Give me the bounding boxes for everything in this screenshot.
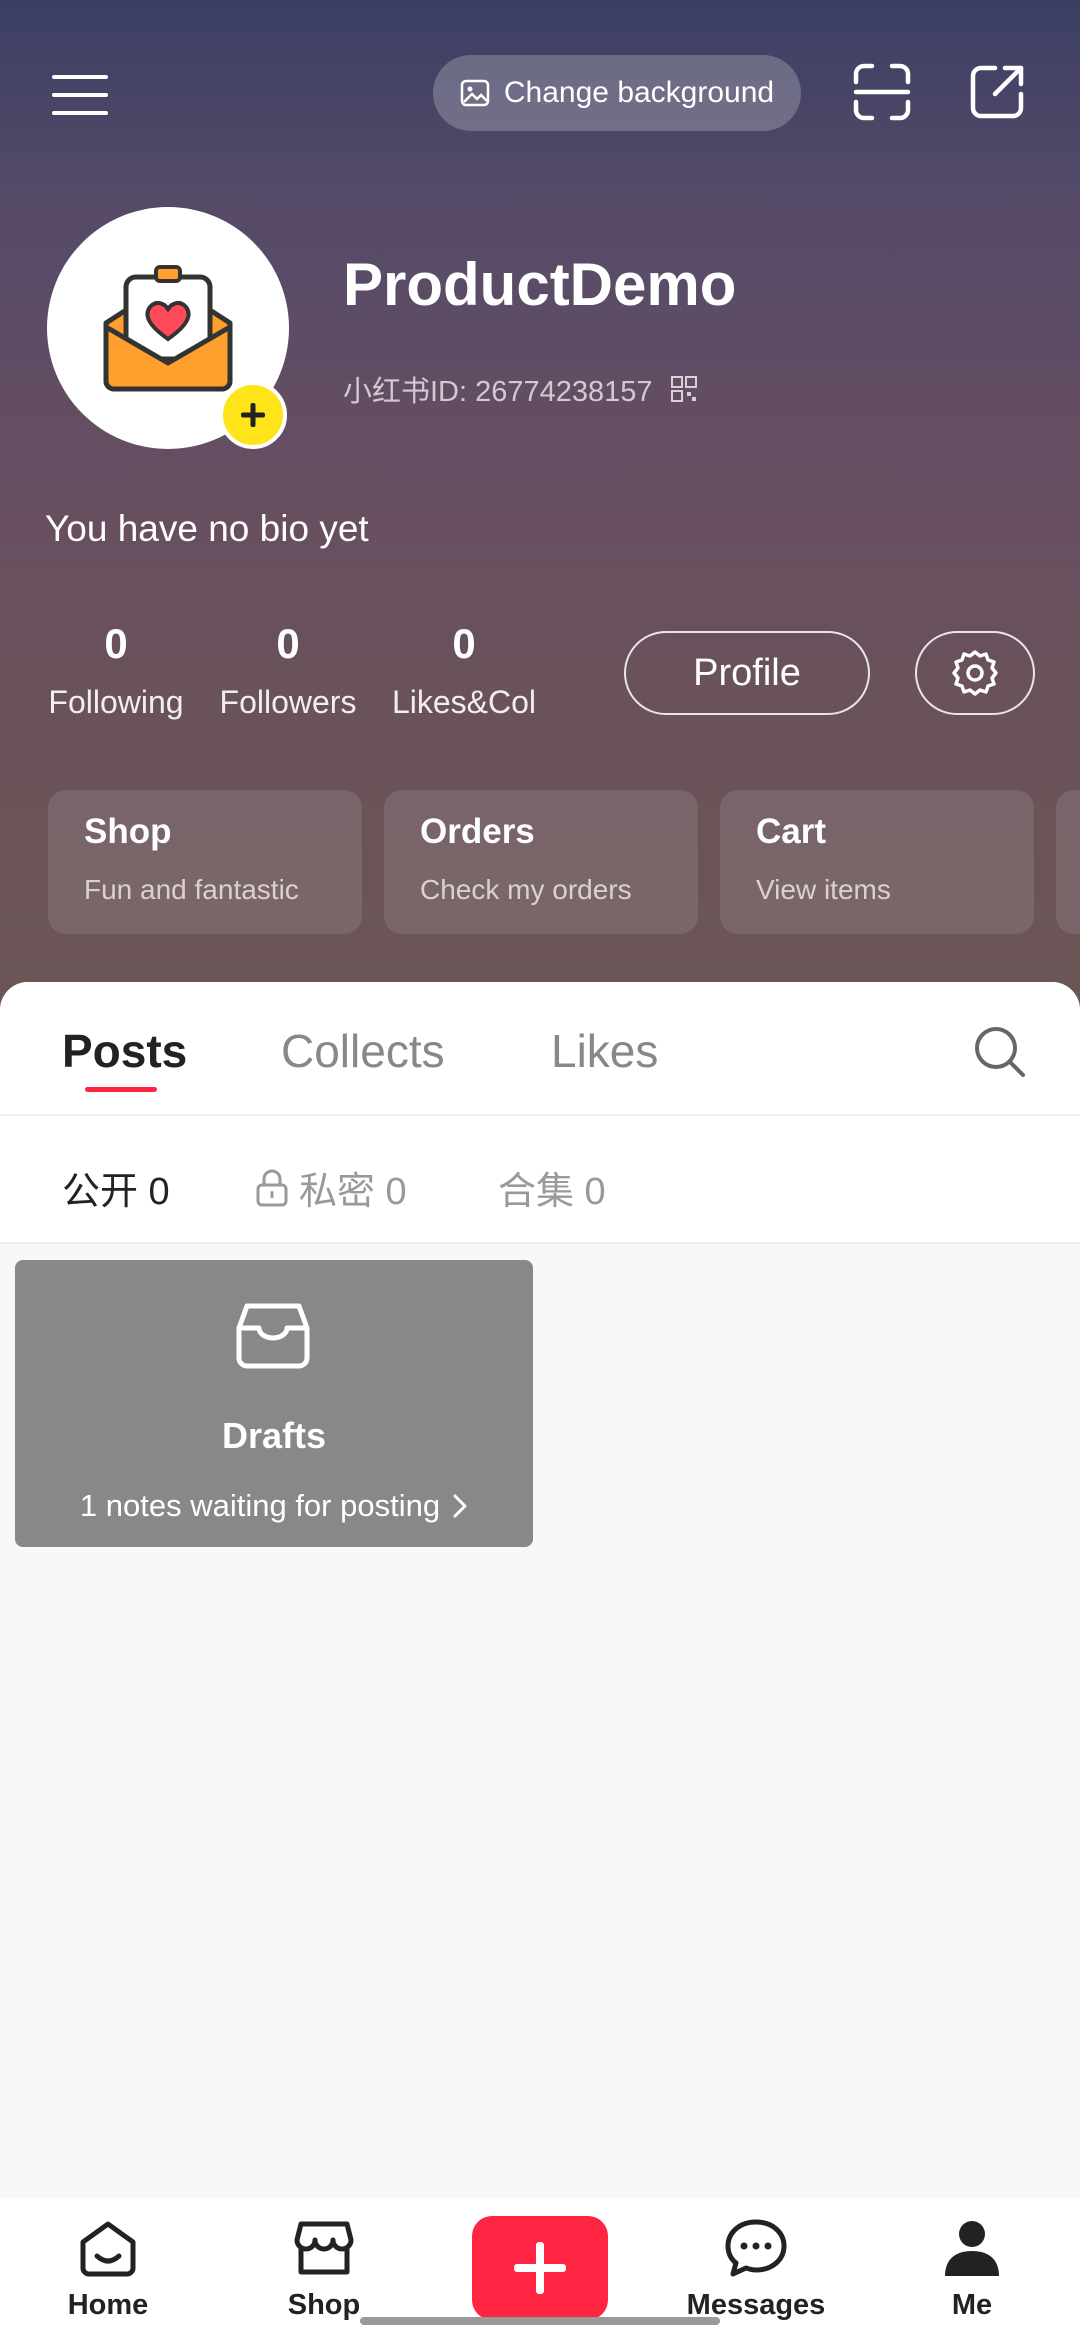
change-background-button[interactable]: Change background bbox=[433, 55, 801, 131]
drafts-card[interactable]: Drafts 1 notes waiting for posting bbox=[15, 1260, 533, 1547]
stat-value: 0 bbox=[104, 620, 128, 667]
stat-label: Likes&Col bbox=[391, 684, 537, 720]
stat-value: 0 bbox=[452, 620, 476, 667]
username: ProductDemo bbox=[343, 251, 737, 318]
subtab-label: 合集 0 bbox=[498, 1171, 606, 1213]
tab-collects[interactable]: Collects bbox=[281, 1024, 445, 1078]
gear-icon bbox=[952, 650, 998, 696]
stat-likes-collects[interactable]: 0 Likes&Col bbox=[384, 620, 544, 721]
nav-label: Home bbox=[67, 2289, 149, 2321]
edit-profile-button[interactable]: Profile bbox=[624, 631, 870, 715]
plus-icon bbox=[514, 2242, 566, 2294]
envelope-heart-icon bbox=[103, 265, 233, 392]
nav-shop[interactable]: Shop bbox=[254, 2218, 394, 2322]
bio-text[interactable]: You have no bio yet bbox=[45, 508, 369, 550]
nav-create-button[interactable] bbox=[472, 2216, 608, 2320]
next-card-peek[interactable] bbox=[1056, 790, 1080, 934]
search-icon[interactable] bbox=[970, 1022, 1030, 1082]
messages-icon bbox=[725, 2219, 787, 2277]
shop-icon bbox=[294, 2221, 354, 2275]
stat-label: Following bbox=[48, 684, 184, 720]
share-icon[interactable] bbox=[960, 55, 1034, 129]
nav-label: Me bbox=[951, 2289, 993, 2321]
subtab-private[interactable]: 私密 0 bbox=[255, 1160, 407, 1215]
user-id: 小红书ID: 26774238157 bbox=[343, 376, 653, 408]
content-panel: Posts Collects Likes 公开 0 私密 0 合集 0 Draf… bbox=[0, 982, 1080, 2202]
change-background-label: Change background bbox=[503, 76, 775, 109]
home-indicator bbox=[360, 2317, 720, 2325]
cart-card[interactable]: Cart View items bbox=[720, 790, 1034, 934]
subtab-public[interactable]: 公开 0 bbox=[62, 1160, 170, 1215]
stat-following[interactable]: 0 Following bbox=[40, 620, 192, 721]
shop-card[interactable]: Shop Fun and fantastic bbox=[48, 790, 362, 934]
card-subtitle: Check my orders bbox=[420, 874, 632, 905]
image-icon bbox=[460, 79, 490, 107]
card-subtitle: View items bbox=[756, 874, 891, 905]
scan-icon[interactable] bbox=[845, 55, 919, 129]
card-subtitle: Fun and fantastic bbox=[84, 874, 299, 905]
subtab-label: 公开 0 bbox=[62, 1171, 170, 1213]
me-icon bbox=[945, 2221, 999, 2276]
tab-likes[interactable]: Likes bbox=[551, 1024, 658, 1078]
tab-bar: Posts Collects Likes bbox=[0, 982, 1080, 1116]
tab-posts[interactable]: Posts bbox=[62, 1024, 187, 1078]
orders-card[interactable]: Orders Check my orders bbox=[384, 790, 698, 934]
qr-code-icon bbox=[670, 376, 697, 402]
home-icon bbox=[80, 2221, 136, 2277]
add-avatar-button[interactable] bbox=[219, 381, 287, 449]
drafts-subtitle: 1 notes waiting for posting bbox=[79, 1488, 441, 1523]
active-tab-indicator bbox=[85, 1087, 157, 1092]
subtab-collections[interactable]: 合集 0 bbox=[498, 1160, 606, 1215]
chevron-right-icon bbox=[453, 1494, 467, 1518]
card-title: Orders bbox=[420, 812, 535, 851]
nav-home[interactable]: Home bbox=[38, 2218, 178, 2322]
card-title: Cart bbox=[756, 812, 827, 851]
bottom-nav: Home Shop Messages Me bbox=[0, 2198, 1080, 2331]
card-title: Shop bbox=[84, 812, 172, 851]
stat-label: Followers bbox=[219, 684, 357, 720]
sub-tab-bar: 公开 0 私密 0 合集 0 bbox=[0, 1116, 1080, 1244]
stat-followers[interactable]: 0 Followers bbox=[212, 620, 364, 721]
stat-value: 0 bbox=[276, 620, 300, 667]
lock-icon bbox=[256, 1169, 288, 1206]
profile-header: Change background ProductDemo 小红书ID: 267… bbox=[0, 0, 1080, 1020]
user-id-row[interactable]: 小红书ID: 26774238157 bbox=[343, 368, 697, 410]
nav-me[interactable]: Me bbox=[902, 2218, 1042, 2322]
drafts-title: Drafts bbox=[221, 1415, 327, 1456]
plus-icon bbox=[241, 403, 265, 427]
nav-messages[interactable]: Messages bbox=[686, 2218, 826, 2322]
settings-button[interactable] bbox=[915, 631, 1035, 715]
drafts-subtitle-row: 1 notes waiting for posting bbox=[15, 1488, 533, 1524]
menu-icon[interactable] bbox=[40, 60, 120, 130]
subtab-label: 私密 0 bbox=[299, 1171, 407, 1213]
inbox-icon bbox=[236, 1303, 310, 1369]
